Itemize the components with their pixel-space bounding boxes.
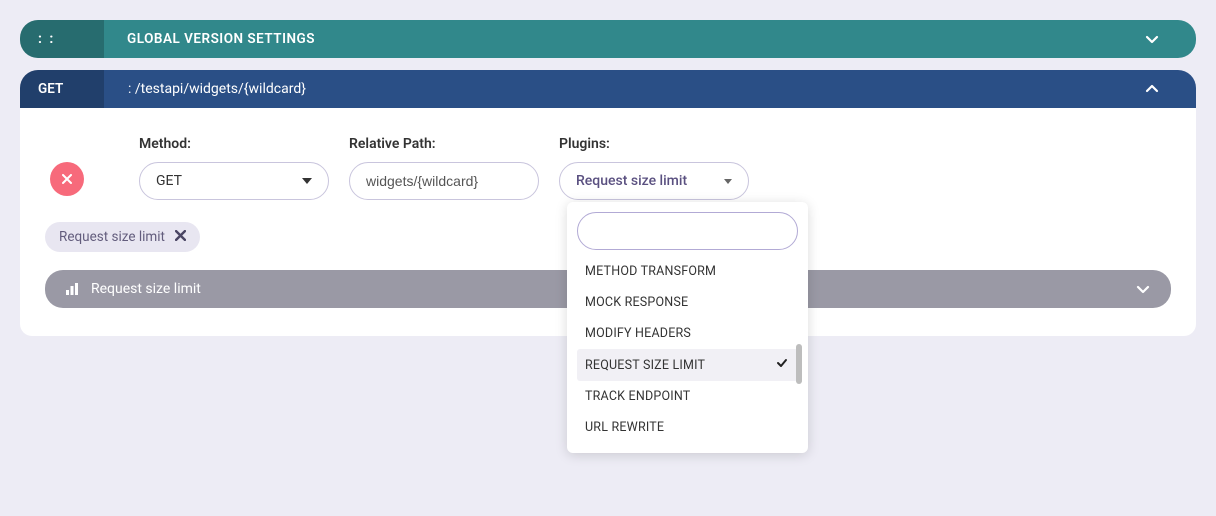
chevron-down-icon [1135,281,1151,297]
caret-down-icon [724,179,732,184]
dropdown-item-url-rewrite[interactable]: URL REWRITE [577,412,798,443]
plugins-dropdown-value: Request size limit [576,173,687,189]
dropdown-item-label: MOCK RESPONSE [585,295,688,310]
chevron-down-icon [1144,31,1160,47]
chevron-up-icon [1144,81,1160,97]
global-title: GLOBAL VERSION SETTINGS [127,31,315,47]
dropdown-item-method-transform[interactable]: METHOD TRANSFORM [577,256,798,287]
path-field-group: Relative Path: [349,136,539,200]
dropdown-item-label: REQUEST SIZE LIMIT [585,358,705,373]
dropdown-item-track-endpoint[interactable]: TRACK ENDPOINT [577,381,798,412]
dropdown-item-mock-response[interactable]: MOCK RESPONSE [577,287,798,318]
dropdown-item-modify-headers[interactable]: MODIFY HEADERS [577,318,798,349]
dropdown-item-label: URL REWRITE [585,420,664,435]
dropdown-search-input[interactable] [577,212,798,250]
close-icon [62,174,72,184]
drag-handle[interactable]: : : [38,31,72,47]
plugins-dropdown-panel: METHOD TRANSFORM MOCK RESPONSE MODIFY HE… [567,202,808,453]
endpoint-path: : /testapi/widgets/{wildcard} [128,81,306,97]
dropdown-item-request-size-limit[interactable]: REQUEST SIZE LIMIT [577,349,798,381]
chevron-down-icon [302,178,312,184]
method-field-group: Method: GET [139,136,329,200]
delete-endpoint-button[interactable] [50,162,84,196]
plugin-chip-remove[interactable] [175,229,186,245]
method-select[interactable]: GET [139,162,329,200]
collapse-toggle-global[interactable] [1144,31,1160,47]
plugins-field-group: Plugins: Request size limit [559,136,749,200]
bar-chart-icon [65,282,79,296]
global-settings-header[interactable]: : : GLOBAL VERSION SETTINGS [20,20,1196,58]
check-icon [776,357,788,373]
path-label: Relative Path: [349,136,539,152]
close-icon [175,230,186,241]
endpoint-header[interactable]: GET : /testapi/widgets/{wildcard} [20,70,1196,108]
scrollbar-thumb[interactable] [796,344,802,384]
dropdown-item-label: TRACK ENDPOINT [585,389,690,404]
endpoint-method-badge: GET [38,81,113,97]
relative-path-input[interactable] [349,162,539,200]
form-row: Method: GET Relative Path: Plugins: Requ… [45,136,1171,200]
collapse-toggle-endpoint[interactable] [1144,81,1160,97]
method-select-value: GET [156,173,182,189]
plugin-chip: Request size limit [45,222,200,252]
dropdown-list: METHOD TRANSFORM MOCK RESPONSE MODIFY HE… [577,256,798,443]
plugins-label: Plugins: [559,136,749,152]
plugins-dropdown-button[interactable]: Request size limit [559,162,749,200]
dropdown-item-label: METHOD TRANSFORM [585,264,716,279]
plugin-bar-toggle[interactable] [1135,281,1151,297]
method-label: Method: [139,136,329,152]
plugin-bar-label: Request size limit [91,281,201,297]
plugin-chip-label: Request size limit [59,229,165,245]
dropdown-item-label: MODIFY HEADERS [585,326,691,341]
